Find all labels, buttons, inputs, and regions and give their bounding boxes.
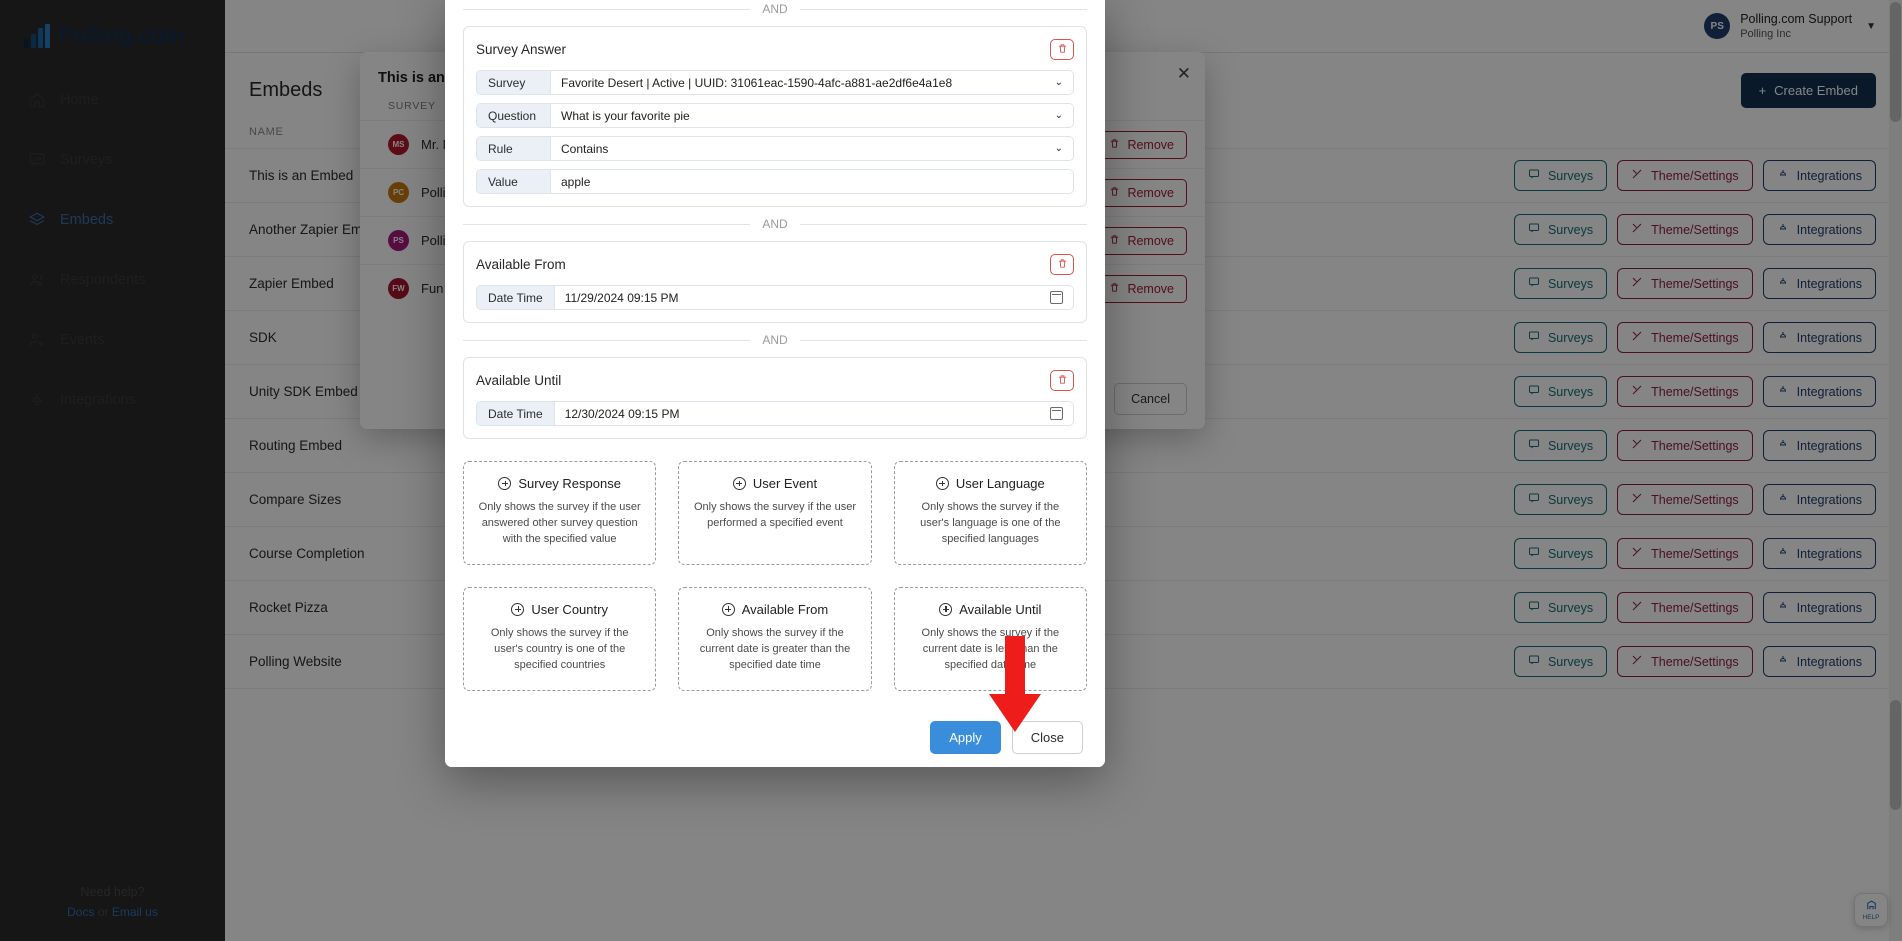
chevron-down-icon: ⌄ [1054,143,1063,154]
option-title: Available From [741,601,829,617]
plus-circle-icon [721,602,735,616]
field-value[interactable]: 12/30/2024 09:15 PM [554,402,1073,425]
condition-field[interactable]: Survey Favorite Desert | Active | UUID: 3… [476,70,1074,95]
option-title-row: Survey Response [476,476,643,491]
and-label: AND [762,217,788,231]
option-title: User Country [531,601,608,617]
field-value[interactable]: 11/29/2024 09:15 PM [554,286,1073,309]
plus-circle-icon [732,477,746,490]
condition-option-user-language[interactable]: User Language Only shows the survey if th… [893,461,1087,565]
calendar-icon[interactable] [1050,407,1063,420]
option-desc: Only shows the survey if the user's coun… [490,626,629,671]
condition-field[interactable]: Question What is your favorite pie ⌄ [476,103,1074,128]
field-value-text: What is your favorite pie [561,108,690,123]
option-title: Survey Response [518,476,621,491]
plus-circle-icon [498,477,512,490]
condition-header: Available Until [476,370,1074,391]
condition-field[interactable]: Date Time 11/29/2024 09:15 PM [476,285,1074,310]
condition-card: Survey Answer Survey Favorite Desert | Act… [463,26,1087,207]
condition-field[interactable]: Value apple [476,169,1074,194]
condition-card: Available From Date Time 11/29/2024 09:15 … [463,241,1087,323]
field-value[interactable]: What is your favorite pie ⌄ [551,104,1073,127]
field-label: Survey [477,71,551,94]
chevron-down-icon: ⌄ [1054,110,1063,121]
delete-condition-button[interactable] [1050,370,1074,391]
condition-option-available-from[interactable]: Available From Only shows the survey if t… [678,586,872,691]
field-value-text: 12/30/2024 09:15 PM [564,406,680,421]
option-desc: Only shows the survey if the current dat… [699,626,851,671]
condition-field[interactable]: Rule Contains ⌄ [476,136,1074,161]
chevron-down-icon: ⌄ [1054,77,1063,88]
option-title-row: User Event [691,476,858,491]
delete-condition-button[interactable] [1050,254,1074,275]
field-value[interactable]: apple [551,170,1073,193]
field-label: Question [477,104,551,127]
plus-circle-icon [511,602,525,616]
field-label: Date Time [477,286,555,309]
option-desc: Only shows the survey if the user answer… [478,501,641,545]
option-title: Available Until [959,601,1042,617]
field-label: Value [477,170,551,193]
field-value[interactable]: Contains ⌄ [551,137,1073,160]
field-value-text: Contains [561,141,609,156]
app-root: Polling.com Home Surveys Embeds Responde… [0,0,1902,941]
field-label: Date Time [477,402,555,425]
conditions-list: Survey Answer Survey Favorite Desert | Act… [463,26,1087,439]
condition-title: Available Until [476,373,562,388]
condition-title: Available From [476,257,566,272]
condition-option-user-event[interactable]: User Event Only shows the survey if the u… [678,461,872,565]
option-title: User Language [955,476,1045,491]
field-value-text: 11/29/2024 09:15 PM [564,290,679,305]
condition-header: Available From [476,254,1074,275]
and-separator: AND [463,0,1087,26]
option-title-row: User Language [907,476,1074,491]
condition-card: Available Until Date Time 12/30/2024 09:15… [463,357,1087,439]
calendar-icon[interactable] [1050,291,1063,304]
option-desc: Only shows the survey if the user perfor… [693,501,856,529]
field-label: Rule [477,137,551,160]
option-desc: Only shows the survey if the user's lang… [920,501,1061,545]
field-value-text: apple [561,174,591,189]
condition-option-survey-response[interactable]: Survey Response Only shows the survey if … [463,461,657,565]
and-separator: AND [463,323,1087,357]
trash-icon [1057,373,1068,388]
option-title-row: User Country [476,602,643,617]
modal-body: AND Survey Answer Survey Favorite Desert |… [445,0,1105,708]
option-title-row: Available Until [907,602,1074,617]
condition-field[interactable]: Date Time 12/30/2024 09:15 PM [476,401,1074,426]
and-separator: AND [463,207,1087,241]
trash-icon [1057,257,1068,272]
option-title-row: Available From [691,602,858,617]
and-label: AND [762,2,788,16]
option-title: User Event [752,476,818,491]
trash-icon [1057,42,1068,57]
and-label: AND [762,333,788,347]
condition-title: Survey Answer [476,42,567,57]
condition-option-user-country[interactable]: User Country Only shows the survey if the… [463,586,657,691]
annotation-arrow-icon [986,636,1044,736]
field-value-text: Favorite Desert | Active | UUID: 31061ea… [561,75,953,90]
condition-header: Survey Answer [476,39,1074,60]
field-value[interactable]: Favorite Desert | Active | UUID: 31061ea… [551,71,1073,94]
delete-condition-button[interactable] [1050,39,1074,60]
plus-circle-icon [939,602,953,616]
plus-circle-icon [935,477,949,490]
